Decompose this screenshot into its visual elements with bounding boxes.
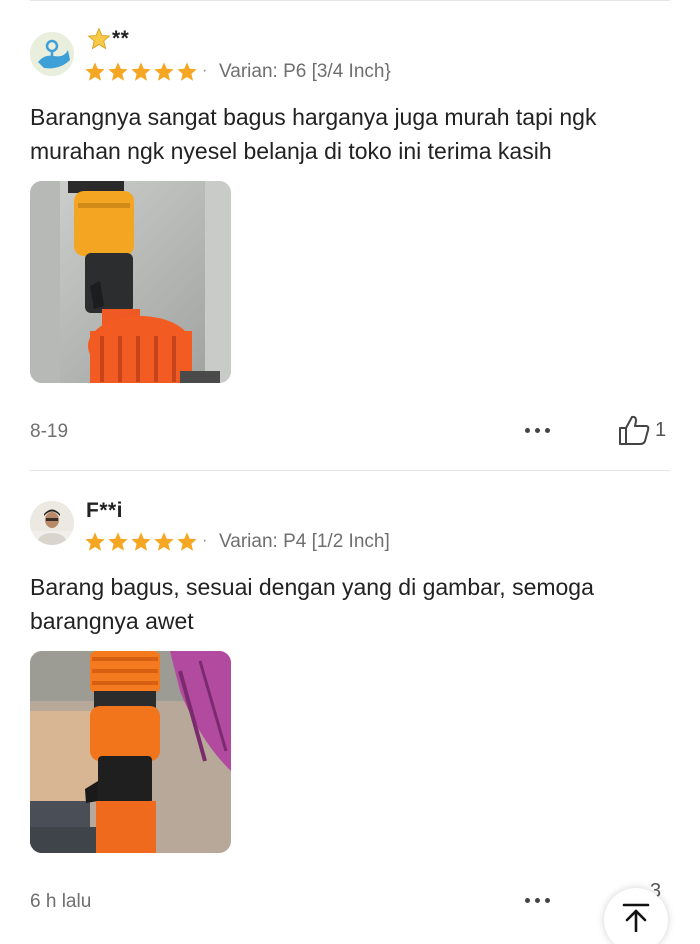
review-text-line: murahan ngk nyesel belanja di toko ini t… xyxy=(30,138,552,164)
rating-stars xyxy=(84,531,198,553)
like-count: 1 xyxy=(655,418,667,441)
star-icon xyxy=(154,532,174,551)
star-icon xyxy=(108,62,128,81)
variant-separator: · xyxy=(202,532,208,549)
star-icon xyxy=(85,532,105,551)
avatar-image xyxy=(30,501,74,545)
star-icon xyxy=(177,532,197,551)
star-icon xyxy=(131,532,151,551)
review-item: ** · Varian: P6 [3/4 Inch} Barangnya san… xyxy=(0,0,700,470)
star-icon xyxy=(85,62,105,81)
review-text: Barangnya sangat bagus harganya juga mur… xyxy=(30,100,670,168)
review-text-line: barangnya awet xyxy=(30,608,194,634)
like-button[interactable]: 1 xyxy=(617,414,666,446)
review-photo[interactable] xyxy=(30,651,231,853)
review-text-line: Barangnya sangat bagus harganya juga mur… xyxy=(30,104,597,130)
star-icon xyxy=(131,62,151,81)
review-date: 8-19 xyxy=(30,421,69,442)
review-item: F**i · Varian: P4 [1/2 Inch] Barang bagu… xyxy=(0,470,700,944)
review-date: 6 h lalu xyxy=(30,891,92,912)
reviewer-name: ** xyxy=(86,27,129,51)
variant-label: Varian: P4 [1/2 Inch] xyxy=(219,531,390,552)
back-to-top-button[interactable] xyxy=(604,888,668,944)
more-dots-icon[interactable] xyxy=(525,428,550,433)
reviewer-name: F**i xyxy=(86,499,124,522)
review-photo-image xyxy=(30,181,231,383)
star-icon xyxy=(154,62,174,81)
more-dots-icon[interactable] xyxy=(525,898,550,903)
review-text-line: Barang bagus, sesuai dengan yang di gamb… xyxy=(30,574,594,600)
avatar[interactable] xyxy=(30,501,74,545)
arrow-up-to-top-icon xyxy=(622,903,650,932)
star-icon xyxy=(108,532,128,551)
rating-stars xyxy=(84,61,198,83)
avatar-image xyxy=(30,32,74,76)
thumbs-up-icon xyxy=(619,415,650,445)
variant-separator: · xyxy=(202,62,208,79)
review-photo[interactable] xyxy=(30,181,231,383)
reviewer-name-text: ** xyxy=(112,27,130,50)
star-badge-icon xyxy=(87,27,111,50)
variant-label: Varian: P6 [3/4 Inch} xyxy=(219,61,391,82)
star-icon xyxy=(177,62,197,81)
avatar[interactable] xyxy=(30,32,74,76)
review-photo-image xyxy=(30,651,231,853)
review-text: Barang bagus, sesuai dengan yang di gamb… xyxy=(30,570,670,638)
